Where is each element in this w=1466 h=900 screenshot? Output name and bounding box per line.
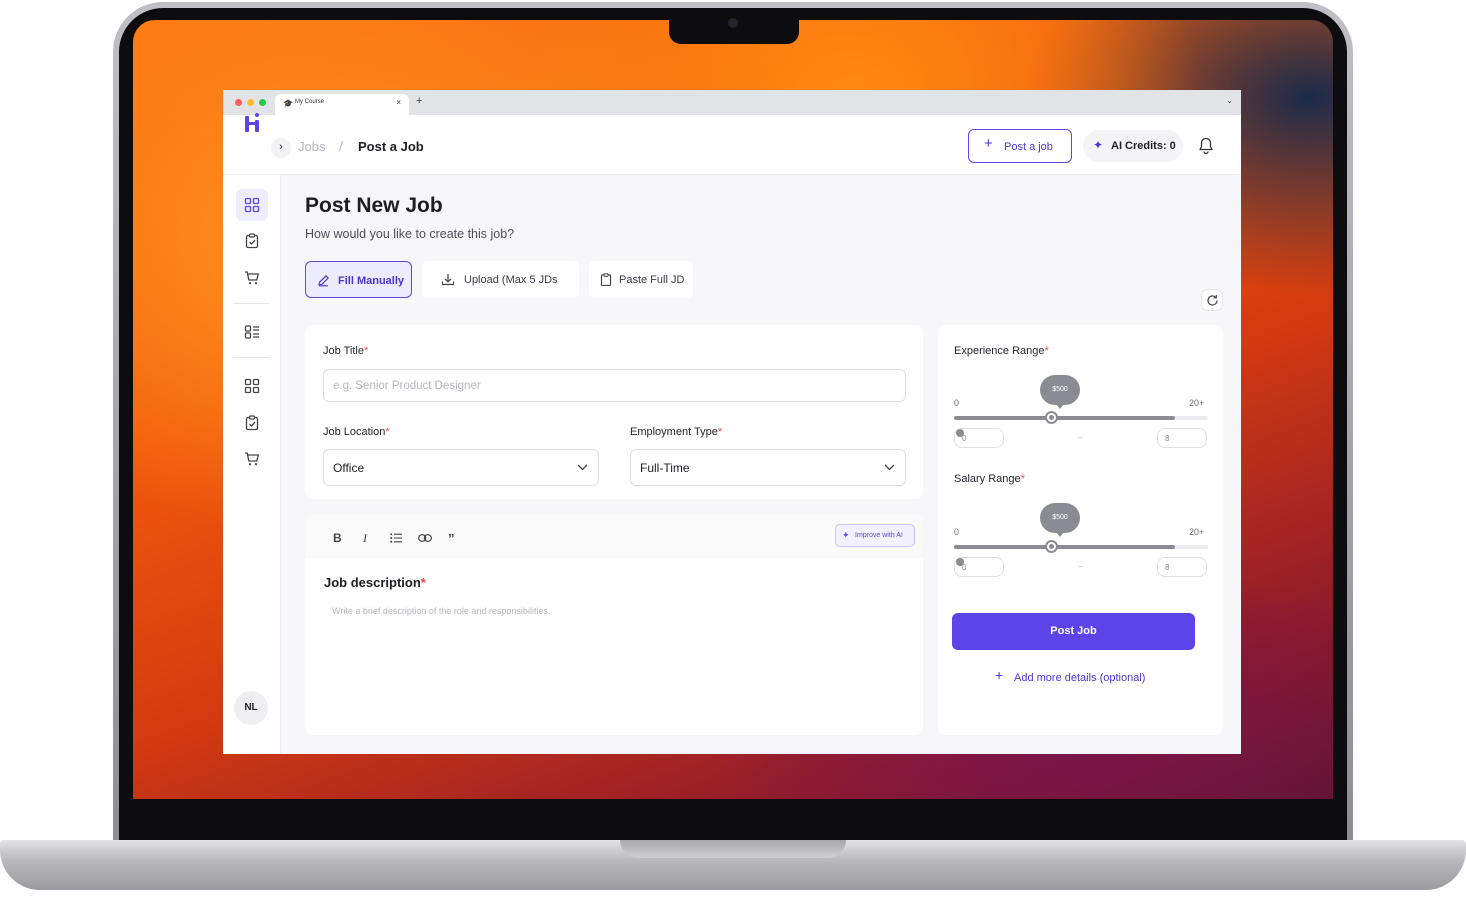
download-icon — [441, 274, 455, 286]
sidebar-item-cart[interactable] — [236, 262, 268, 294]
salary-range-label: Salary Range* — [954, 473, 1025, 485]
post-a-job-label: Post a job — [1004, 141, 1053, 153]
bold-button[interactable]: B — [333, 531, 342, 545]
close-window-button[interactable] — [235, 99, 242, 106]
salary-min-knob[interactable] — [956, 558, 964, 566]
browser-tab-bar: 🎓 My Course × + ⌄ — [223, 90, 1241, 115]
paste-full-jd-button[interactable]: Paste Full JD — [589, 261, 693, 298]
chevron-down-icon — [884, 464, 895, 471]
close-tab-icon[interactable]: × — [396, 98, 401, 107]
dashboard-icon — [244, 197, 260, 213]
range-separator: – — [1078, 432, 1084, 442]
job-description-editor[interactable]: Write a brief description of the role an… — [332, 606, 550, 616]
pencil-icon — [318, 275, 329, 287]
avatar[interactable]: NL — [234, 691, 268, 725]
bullet-list-icon[interactable] — [390, 533, 402, 543]
post-job-button[interactable]: Post Job — [952, 613, 1195, 650]
sparkle-icon: ✦ — [1093, 138, 1104, 152]
job-description-label: Job description* — [324, 575, 426, 590]
experience-max-input[interactable]: 8 — [1157, 428, 1207, 448]
job-location-label: Job Location* — [323, 426, 390, 438]
clipboard-icon — [600, 273, 612, 286]
sidebar-item-cart-2[interactable] — [236, 443, 268, 475]
salary-max-label: 20+ — [1189, 527, 1205, 537]
sidebar-divider — [233, 303, 269, 304]
job-title-label: Job Title* — [323, 345, 369, 357]
expand-sidebar-button[interactable]: › — [271, 138, 291, 158]
chevron-down-icon — [577, 464, 588, 471]
employment-type-value: Full-Time — [640, 461, 690, 475]
italic-button[interactable]: I — [363, 531, 367, 546]
upload-jds-label: Upload (Max 5 JDs — [464, 274, 558, 286]
sidebar-divider — [233, 357, 269, 358]
list-icon — [244, 325, 259, 339]
experience-value-bubble: $500 — [1040, 375, 1080, 409]
salary-max-input[interactable]: 8 — [1157, 557, 1207, 577]
improve-with-ai-label: Improve with AI — [855, 532, 903, 539]
bell-icon[interactable] — [1198, 137, 1214, 155]
salary-slider-fill — [954, 545, 1175, 549]
experience-max-label: 20+ — [1189, 398, 1205, 408]
ai-credits-label: AI Credits: 0 — [1111, 140, 1176, 152]
refresh-icon — [1207, 295, 1218, 306]
salary-min-label: 0 — [954, 527, 960, 537]
range-separator: – — [1078, 561, 1084, 571]
link-icon[interactable] — [418, 534, 432, 542]
fill-manually-label: Fill Manually — [338, 275, 405, 287]
sparkle-icon: ✦ — [842, 530, 850, 540]
breadcrumb-jobs-link[interactable]: Jobs — [298, 139, 325, 154]
sidebar: NL — [223, 175, 281, 754]
app-logo[interactable] — [245, 112, 259, 132]
experience-min-label: 0 — [954, 398, 960, 408]
minimize-window-button[interactable] — [247, 99, 254, 106]
employment-type-label: Employment Type* — [630, 426, 723, 438]
cart-icon — [245, 452, 259, 466]
salary-value-bubble: $500 — [1040, 503, 1080, 537]
sidebar-item-tasks-2[interactable] — [236, 407, 268, 439]
job-location-value: Office — [333, 461, 365, 475]
experience-slider-handle[interactable] — [1044, 411, 1058, 424]
clipboard-check-icon — [245, 415, 259, 431]
refresh-button[interactable] — [1201, 289, 1223, 311]
cart-icon — [245, 271, 259, 285]
post-a-job-button[interactable]: + Post a job — [968, 129, 1072, 163]
maximize-window-button[interactable] — [259, 99, 266, 106]
clipboard-check-icon — [245, 233, 259, 249]
paste-full-jd-label: Paste Full JD — [619, 274, 685, 286]
page-title: Post New Job — [305, 194, 443, 217]
laptop-chin — [119, 799, 1347, 840]
breadcrumb-separator: / — [339, 138, 343, 154]
experience-min-knob[interactable] — [956, 429, 964, 437]
sidebar-item-dashboard-2[interactable] — [236, 370, 268, 402]
ai-credits-badge[interactable]: ✦ AI Credits: 0 — [1083, 130, 1183, 162]
tab-list-chevron-icon[interactable]: ⌄ — [1226, 96, 1233, 105]
experience-range-label: Experience Range* — [954, 345, 1049, 357]
job-location-select[interactable]: Office — [323, 449, 599, 486]
sidebar-item-tasks[interactable] — [236, 225, 268, 257]
sidebar-item-list[interactable] — [236, 316, 268, 348]
camera-icon — [728, 18, 738, 28]
laptop-mockup: 🎓 My Course × + ⌄ › Jobs / Post a Job + … — [0, 0, 1466, 900]
upload-jds-button[interactable]: Upload (Max 5 JDs — [422, 261, 579, 298]
employment-type-select[interactable]: Full-Time — [630, 449, 906, 486]
graduation-cap-icon: 🎓 — [283, 99, 293, 108]
job-title-input[interactable]: e.g. Senior Product Designer — [323, 369, 906, 402]
sidebar-item-dashboard[interactable] — [236, 189, 268, 221]
laptop-base-notch — [620, 840, 846, 858]
improve-with-ai-button[interactable]: ✦ Improve with AI — [835, 524, 915, 547]
tab-title: My Course — [295, 99, 325, 105]
browser-window: 🎓 My Course × + ⌄ › Jobs / Post a Job + … — [223, 90, 1241, 754]
quote-button[interactable]: ” — [448, 531, 455, 546]
page-subtitle: How would you like to create this job? — [305, 227, 515, 241]
salary-slider-handle[interactable] — [1044, 540, 1058, 553]
fill-manually-button[interactable]: Fill Manually — [305, 261, 412, 298]
add-more-details-label: Add more details (optional) — [1014, 672, 1146, 684]
breadcrumb-current: Post a Job — [358, 139, 424, 154]
new-tab-button[interactable]: + — [416, 95, 422, 107]
experience-slider-fill — [954, 416, 1175, 420]
plus-icon: + — [995, 667, 1004, 683]
dashboard-icon — [244, 378, 260, 394]
plus-icon: + — [984, 135, 993, 152]
browser-tab[interactable]: 🎓 My Course × — [275, 94, 409, 115]
